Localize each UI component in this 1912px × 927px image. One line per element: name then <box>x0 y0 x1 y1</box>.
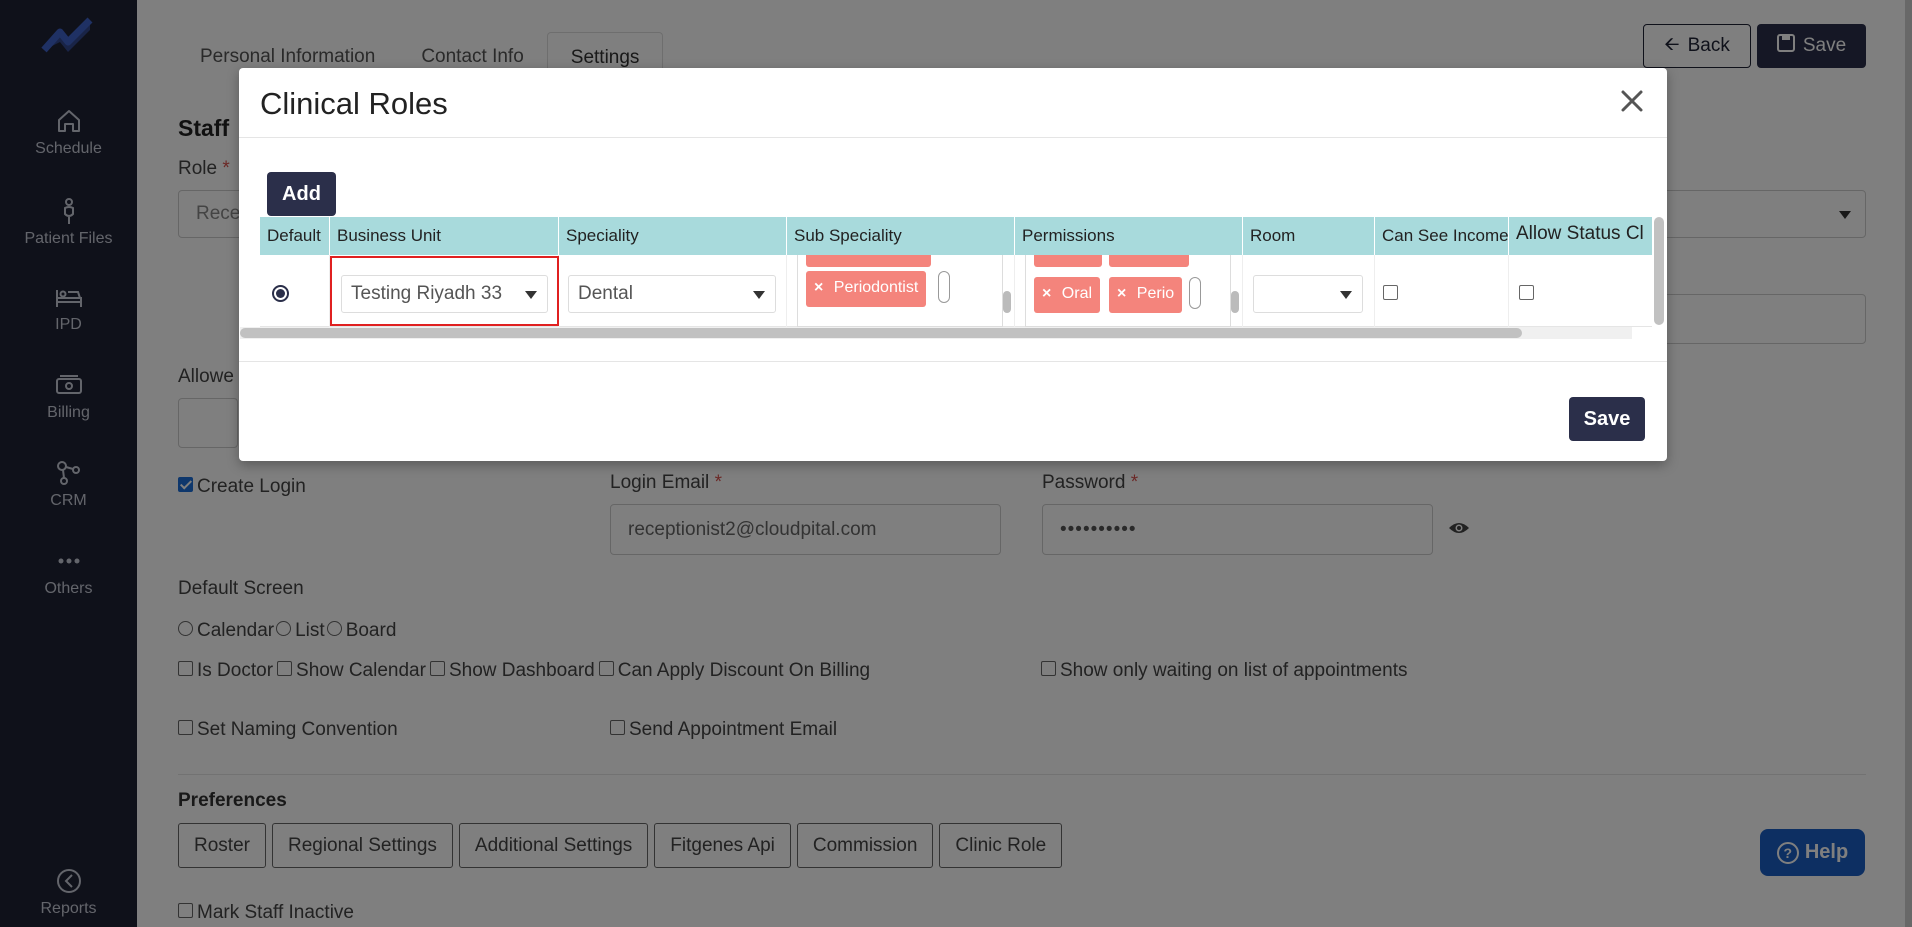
modal-header: Clinical Roles <box>239 68 1667 138</box>
speciality-select[interactable]: Dental <box>568 275 776 313</box>
permissions-multiselect[interactable]: × Oral × Perio <box>1025 255 1231 327</box>
sub-speciality-tag[interactable]: × Periodontist <box>806 271 927 307</box>
col-permissions: Permissions <box>1015 217 1243 255</box>
sub-speciality-multiselect[interactable]: × Periodontist <box>797 255 1003 327</box>
cell-can-see-income <box>1375 255 1509 327</box>
default-radio[interactable] <box>272 285 289 302</box>
col-sub-speciality: Sub Speciality <box>787 217 1015 255</box>
col-default: Default <box>260 217 330 255</box>
cell-scrollbar[interactable] <box>1231 291 1239 313</box>
allow-status-checkbox[interactable] <box>1519 285 1534 300</box>
modal-title: Clinical Roles <box>260 86 448 121</box>
cell-scrollbar[interactable] <box>1003 291 1011 313</box>
cell-room <box>1243 255 1375 327</box>
modal-save-button[interactable]: Save <box>1569 397 1645 441</box>
col-allow-status: Allow Status Cl <box>1509 217 1652 255</box>
cell-permissions: × Oral × Perio <box>1015 255 1243 327</box>
cell-speciality: Dental <box>559 255 787 327</box>
cell-sub-speciality: × Periodontist <box>787 255 1015 327</box>
col-can-see-income: Can See Income <box>1375 217 1509 255</box>
tag-input[interactable] <box>1189 277 1201 309</box>
table-header: Default Business Unit Speciality Sub Spe… <box>260 217 1652 255</box>
permission-tag-oral[interactable]: × Oral <box>1034 277 1101 313</box>
tag-fragment <box>1034 255 1102 267</box>
vertical-scrollbar[interactable] <box>1654 217 1664 325</box>
col-speciality: Speciality <box>559 217 787 255</box>
tag-input[interactable] <box>938 271 950 303</box>
permission-tag-perio[interactable]: × Perio <box>1109 277 1183 313</box>
room-select[interactable] <box>1253 275 1363 313</box>
tag-fragment <box>806 255 931 267</box>
clinical-roles-table: Default Business Unit Speciality Sub Spe… <box>260 217 1652 333</box>
modal-footer-divider <box>239 361 1667 362</box>
add-button[interactable]: Add <box>267 172 336 216</box>
caret-down-icon <box>1340 291 1352 299</box>
clinical-roles-modal: Clinical Roles Add Default Business Unit… <box>239 68 1667 461</box>
caret-down-icon <box>753 291 765 299</box>
horizontal-scrollbar[interactable] <box>240 328 1522 338</box>
col-business-unit: Business Unit <box>330 217 559 255</box>
tag-fragment <box>1109 255 1189 267</box>
remove-tag-icon[interactable]: × <box>814 279 823 296</box>
business-unit-highlight <box>330 256 559 326</box>
close-icon[interactable] <box>1617 86 1647 116</box>
remove-tag-icon[interactable]: × <box>1042 285 1051 302</box>
col-room: Room <box>1243 217 1375 255</box>
cell-allow-status <box>1509 255 1652 327</box>
cell-default <box>260 255 330 327</box>
remove-tag-icon[interactable]: × <box>1117 285 1126 302</box>
can-see-income-checkbox[interactable] <box>1383 285 1398 300</box>
